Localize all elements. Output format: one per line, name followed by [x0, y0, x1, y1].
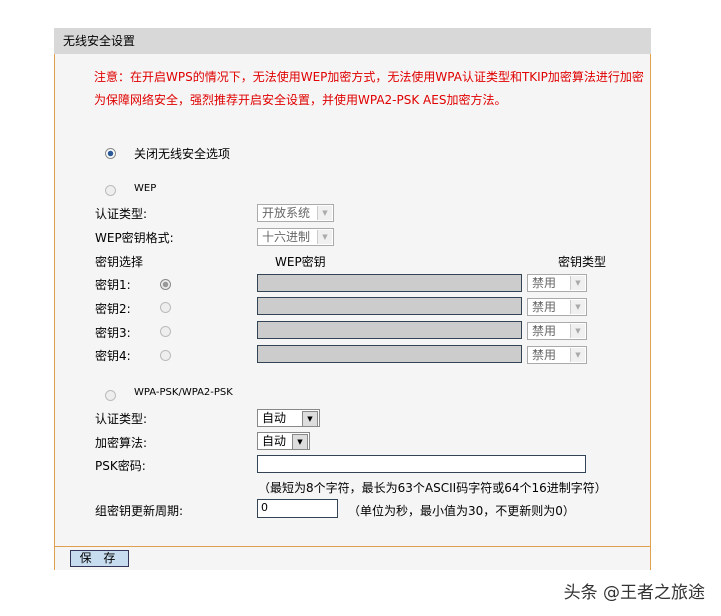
chevron-down-icon: ▼	[570, 300, 585, 314]
chevron-down-icon: ▼	[570, 276, 585, 290]
disable-security-radio[interactable]	[105, 148, 116, 159]
key4-input[interactable]	[257, 345, 522, 363]
wep-format-label: WEP密钥格式:	[95, 231, 174, 245]
key-type-header: 密钥类型	[558, 255, 607, 269]
key3-type-select[interactable]: 禁用 ▼	[527, 322, 587, 340]
key4-type-select[interactable]: 禁用 ▼	[527, 346, 587, 364]
chevron-down-icon: ▼	[292, 434, 308, 450]
panel-title: 无线安全设置	[54, 28, 651, 54]
key3-input[interactable]	[257, 321, 522, 339]
notice-line-1: 注意：在开启WPS的情况下，无法使用WEP加密方式，无法使用WPA认证类型和TK…	[94, 70, 644, 84]
key3-label: 密钥3:	[95, 326, 131, 340]
wep-auth-label: 认证类型:	[95, 207, 148, 221]
key2-radio[interactable]	[160, 302, 171, 313]
key3-type-value: 禁用	[532, 324, 557, 338]
key1-input[interactable]	[257, 274, 522, 292]
wep-format-select[interactable]: 十六进制 ▼	[257, 228, 334, 246]
key2-label: 密钥2:	[95, 302, 131, 316]
wep-label: WEP	[134, 183, 157, 194]
wpa-auth-value: 自动	[262, 411, 287, 425]
wpa-auth-select[interactable]: 自动 ▼	[257, 409, 320, 427]
chevron-down-icon: ▼	[317, 230, 332, 244]
psk-hint: （最短为8个字符，最长为63个ASCII码字符或64个16进制字符）	[258, 481, 607, 495]
wpa-auth-label: 认证类型:	[95, 412, 148, 426]
chevron-down-icon: ▼	[570, 348, 585, 362]
footer-bar	[55, 546, 650, 570]
period-input[interactable]: 0	[257, 499, 338, 518]
wep-key-header: WEP密钥	[275, 255, 326, 269]
key4-type-value: 禁用	[532, 348, 557, 362]
watermark: 头条 @王者之旅途	[563, 583, 705, 603]
key-select-header: 密钥选择	[95, 255, 144, 269]
key3-radio[interactable]	[160, 326, 171, 337]
psk-label: PSK密码:	[95, 459, 146, 473]
wpa-algo-label: 加密算法:	[95, 436, 148, 450]
wpa-label: WPA-PSK/WPA2-PSK	[134, 387, 233, 398]
wpa-algo-value: 自动	[262, 434, 287, 448]
key1-type-select[interactable]: 禁用 ▼	[527, 274, 587, 292]
chevron-down-icon: ▼	[302, 411, 318, 427]
key1-type-value: 禁用	[532, 276, 557, 290]
wep-auth-select[interactable]: 开放系统 ▼	[257, 204, 334, 222]
key4-radio[interactable]	[160, 350, 171, 361]
wpa-algo-select[interactable]: 自动 ▼	[257, 432, 310, 450]
chevron-down-icon: ▼	[317, 206, 332, 220]
wep-radio[interactable]	[105, 185, 116, 196]
psk-input[interactable]	[257, 455, 586, 473]
key2-type-value: 禁用	[532, 300, 557, 314]
notice-line-2: 为保障网络安全，强烈推荐开启安全设置，并使用WPA2-PSK AES加密方法。	[94, 93, 507, 107]
chevron-down-icon: ▼	[570, 324, 585, 338]
wep-auth-value: 开放系统	[262, 206, 311, 220]
key2-input[interactable]	[257, 297, 522, 315]
wpa-radio[interactable]	[105, 390, 116, 401]
wep-format-value: 十六进制	[262, 230, 311, 244]
key1-label: 密钥1:	[95, 278, 131, 292]
disable-security-label: 关闭无线安全选项	[134, 147, 231, 161]
period-hint: （单位为秒，最小值为30，不更新则为0）	[348, 504, 575, 518]
key1-radio[interactable]	[160, 279, 171, 290]
key4-label: 密钥4:	[95, 349, 131, 363]
key2-type-select[interactable]: 禁用 ▼	[527, 298, 587, 316]
period-label: 组密钥更新周期:	[95, 504, 184, 518]
save-button[interactable]: 保 存	[70, 550, 129, 567]
